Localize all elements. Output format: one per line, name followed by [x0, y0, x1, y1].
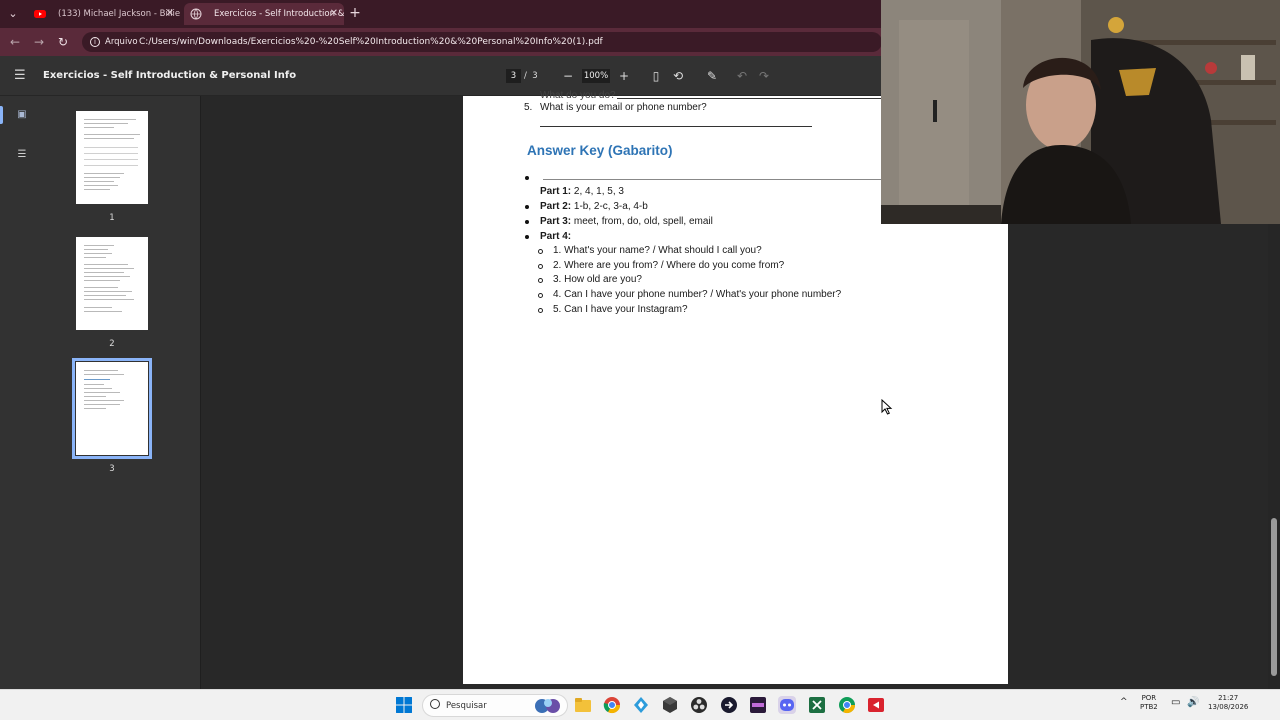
- part-3-line: Part 3: meet, from, do, old, spell, emai…: [540, 216, 713, 227]
- thumbnail-label: 3: [109, 464, 115, 474]
- fit-page-icon[interactable]: ▯: [648, 68, 664, 84]
- question-5: What is your email or phone number?: [540, 102, 707, 113]
- app-arrow-icon[interactable]: [720, 696, 738, 714]
- zoom-in-button[interactable]: +: [616, 68, 632, 84]
- annotate-pen-icon[interactable]: ✎: [704, 68, 720, 84]
- part-4-item: 1. What's your name? / What should I cal…: [553, 245, 762, 256]
- redo-icon[interactable]: ↷: [756, 68, 772, 84]
- windows-taskbar: Pesquisar ^ POR PTB2 ▭ 🔊 21:27 13/08/202…: [0, 689, 1280, 720]
- zoom-out-button[interactable]: −: [560, 68, 576, 84]
- webcam-overlay: [881, 0, 1280, 224]
- excel-icon[interactable]: [808, 696, 826, 714]
- page-number-input[interactable]: 3: [506, 69, 521, 83]
- undo-icon[interactable]: ↶: [734, 68, 750, 84]
- webcam-feed-image: [881, 0, 1280, 224]
- close-tab-icon[interactable]: ✕: [330, 3, 338, 25]
- app-diamond-icon[interactable]: [632, 696, 650, 714]
- bullet-dot: [525, 205, 529, 209]
- circle-bullet: [538, 308, 543, 313]
- sidebar-rail: ▣ ☰: [0, 96, 44, 689]
- search-highlight-icon: [535, 699, 560, 713]
- outline-view-icon[interactable]: ☰: [16, 149, 28, 161]
- question-5-number: 5.: [524, 102, 533, 113]
- obs-icon[interactable]: [690, 696, 708, 714]
- search-icon: [430, 699, 440, 709]
- document-title: Exercicios - Self Introduction & Persona…: [43, 70, 297, 81]
- app-next-icon[interactable]: [749, 696, 767, 714]
- network-icon[interactable]: ▭: [1171, 698, 1180, 708]
- circle-bullet: [538, 249, 543, 254]
- windows-start-icon[interactable]: [395, 696, 413, 714]
- bullet-dot: [525, 220, 529, 224]
- close-tab-icon[interactable]: ✕: [166, 3, 174, 25]
- site-info-chip[interactable]: i Arquivo: [87, 34, 144, 50]
- zoom-level-input[interactable]: 100%: [582, 69, 610, 83]
- bullet-dot: [525, 235, 529, 239]
- omnibox[interactable]: i Arquivo C:/Users/win/Downloads/Exercic…: [82, 32, 882, 52]
- page-count: / 3: [524, 71, 538, 81]
- chrome-icon[interactable]: [603, 696, 621, 714]
- part-4-item: 5. Can I have your Instagram?: [553, 304, 688, 315]
- part-2-line: Part 2: 1-b, 2-c, 3-a, 4-b: [540, 201, 648, 212]
- thumbnail-label: 2: [109, 339, 115, 349]
- language-indicator[interactable]: POR PTB2: [1140, 694, 1158, 712]
- site-info-label: Arquivo: [105, 37, 138, 47]
- part-4-line: Part 4:: [540, 231, 572, 242]
- circle-bullet: [538, 293, 543, 298]
- page-thumbnail-2[interactable]: [76, 237, 148, 330]
- rotate-icon[interactable]: ⟲: [670, 68, 686, 84]
- clock[interactable]: 21:27 13/08/2026: [1208, 694, 1248, 712]
- circle-bullet: [538, 264, 543, 269]
- tray-chevron-up-icon[interactable]: ^: [1120, 698, 1128, 707]
- youtube-icon: [34, 10, 46, 18]
- rail-selection-indicator: [0, 106, 3, 124]
- tab-youtube[interactable]: (133) Michael Jackson - Billie Je ✕: [28, 3, 180, 25]
- answer-key-heading: Answer Key (Gabarito): [527, 143, 673, 158]
- new-tab-button[interactable]: +: [346, 4, 364, 22]
- part-4-item: 4. Can I have your phone number? / What'…: [553, 289, 842, 300]
- part-1-line: Part 1: 2, 4, 1, 5, 3: [540, 186, 624, 197]
- tab-label: Exercicios - Self Introduction &: [214, 9, 344, 19]
- scrollbar-thumb[interactable]: [1271, 518, 1277, 676]
- part-4-item: 2. Where are you from? / Where do you co…: [553, 260, 785, 271]
- search-placeholder: Pesquisar: [446, 701, 487, 711]
- thumbnails-view-icon[interactable]: ▣: [16, 109, 28, 121]
- circle-bullet: [538, 278, 543, 283]
- mouse-cursor-icon: [881, 399, 893, 415]
- tab-label: (133) Michael Jackson - Billie Je: [58, 9, 180, 19]
- page-thumbnail-3[interactable]: [72, 358, 152, 459]
- forward-arrow-icon[interactable]: →: [30, 33, 48, 51]
- reload-icon[interactable]: ↻: [54, 33, 72, 51]
- info-icon: i: [90, 37, 100, 47]
- taskbar-search[interactable]: Pesquisar: [422, 694, 568, 717]
- page-thumbnail-1[interactable]: [76, 111, 148, 204]
- tab-pdf[interactable]: Exercicios - Self Introduction & ✕: [184, 3, 344, 25]
- app-cube-icon[interactable]: [661, 696, 679, 714]
- file-explorer-icon[interactable]: [574, 696, 592, 714]
- globe-icon: [190, 8, 202, 20]
- app-red-icon[interactable]: [867, 696, 885, 714]
- volume-icon[interactable]: 🔊: [1187, 698, 1199, 708]
- discord-icon[interactable]: [778, 696, 796, 714]
- url-text[interactable]: C:/Users/win/Downloads/Exercicios%20-%20…: [139, 32, 603, 52]
- tab-search-button[interactable]: ⌄: [4, 5, 22, 23]
- chrome-profile-icon[interactable]: [838, 696, 856, 714]
- thumbnail-label: 1: [109, 213, 115, 223]
- bullet-dot: [525, 176, 529, 180]
- menu-icon[interactable]: ☰: [14, 68, 30, 84]
- back-arrow-icon[interactable]: ←: [6, 33, 24, 51]
- part-4-item: 3. How old are you?: [553, 274, 642, 285]
- thumbnail-sidebar: ▣ ☰ 1 2 3: [0, 96, 201, 689]
